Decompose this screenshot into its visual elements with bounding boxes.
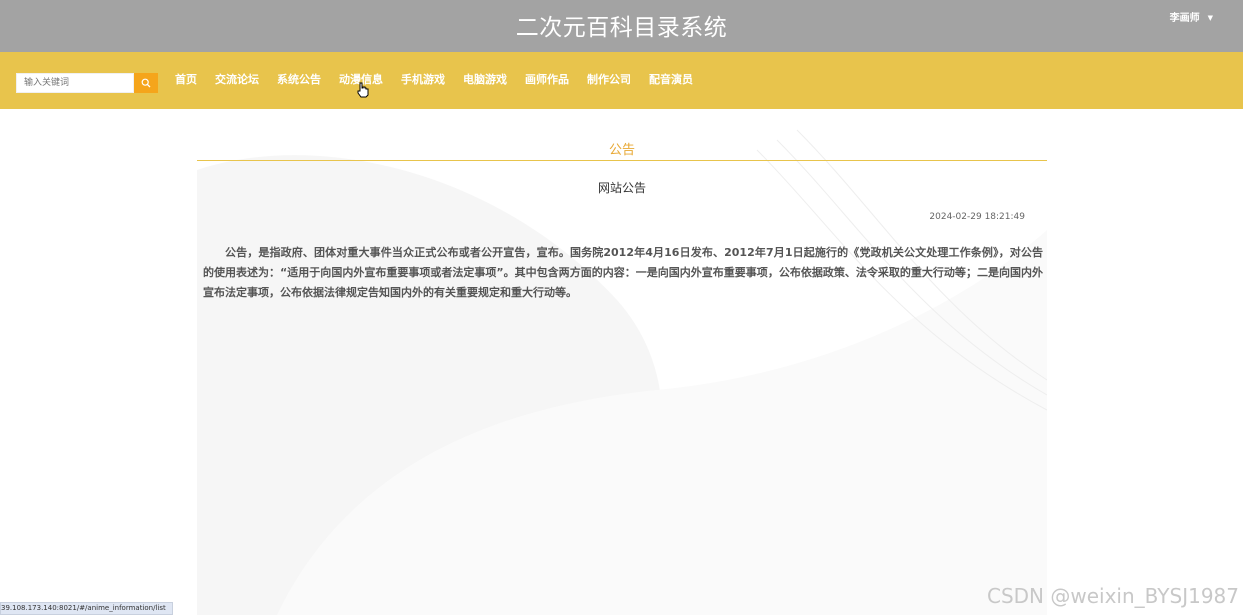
nav-item-voice-actors[interactable]: 配音演员	[649, 73, 693, 87]
search-button[interactable]	[134, 73, 158, 93]
article-title: 网站公告	[597, 181, 646, 195]
nav-item-artist-works[interactable]: 画师作品	[525, 73, 569, 87]
announcement-content: 公告 网站公告 2024-02-29 18:21:49 公告，是指政府、团体对重…	[197, 110, 1047, 303]
search-input[interactable]	[16, 73, 134, 93]
nav-item-forum[interactable]: 交流论坛	[215, 73, 259, 87]
user-menu[interactable]: 李画师 ▼	[1170, 9, 1213, 24]
nav-item-studios[interactable]: 制作公司	[587, 73, 631, 87]
user-name: 李画师	[1169, 13, 1200, 24]
nav-item-home[interactable]: 首页	[175, 73, 197, 87]
main-navbar: 首页 交流论坛 系统公告 动漫信息 手机游戏 电脑游戏 画师作品 制作公司 配音…	[0, 52, 1243, 109]
status-bar-url: 39.108.173.140:8021/#/anime_information/…	[0, 602, 173, 615]
hand-pointer-cursor-icon	[357, 82, 369, 98]
chevron-down-icon: ▼	[1207, 14, 1213, 22]
article-body: 公告，是指政府、团体对重大事件当众正式公布或者公开宣告，宣布。国务院2012年4…	[203, 246, 1043, 299]
nav-item-announcements[interactable]: 系统公告	[277, 73, 321, 87]
watermark: CSDN @weixin_BYSJ1987	[986, 584, 1239, 608]
section-title: 公告	[197, 110, 1047, 161]
site-title: 二次元百科目录系统	[515, 15, 728, 41]
nav-menu: 首页 交流论坛 系统公告 动漫信息 手机游戏 电脑游戏 画师作品 制作公司 配音…	[175, 73, 711, 87]
search-icon	[141, 78, 151, 88]
article-timestamp: 2024-02-29 18:21:49	[929, 212, 1025, 222]
nav-item-pc-games[interactable]: 电脑游戏	[463, 73, 507, 87]
nav-item-mobile-games[interactable]: 手机游戏	[401, 73, 445, 87]
top-header: 二次元百科目录系统 李画师 ▼	[0, 0, 1243, 52]
